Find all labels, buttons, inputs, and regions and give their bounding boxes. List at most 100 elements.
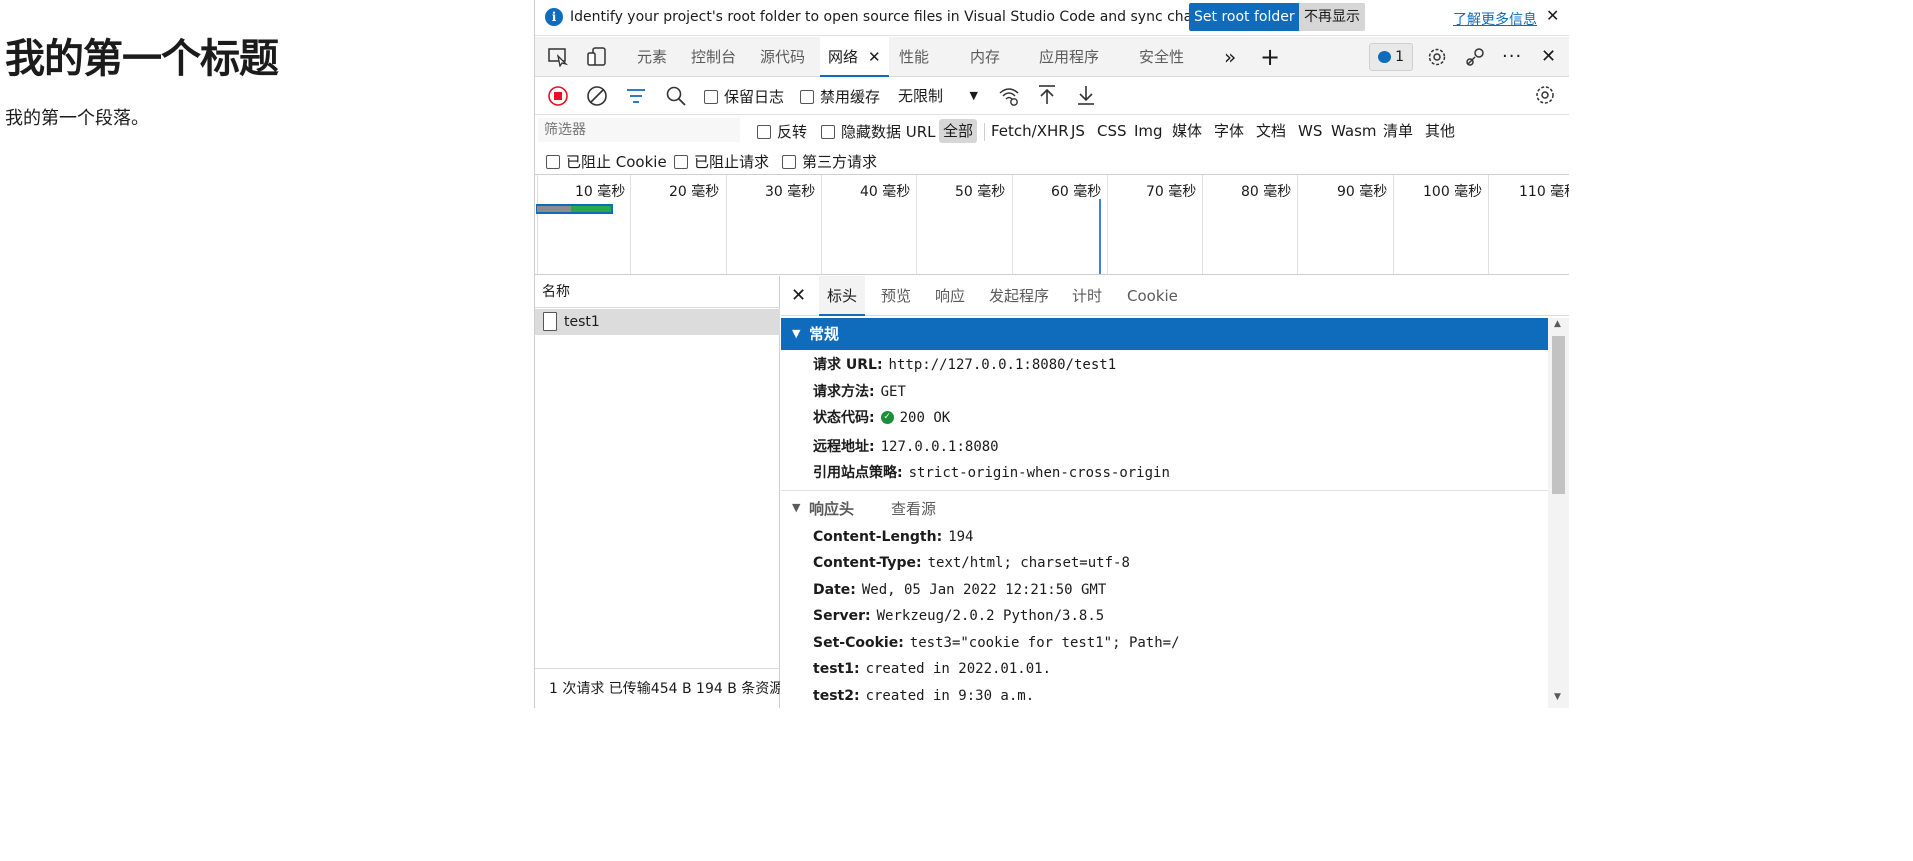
tab-security[interactable]: 安全性: [1139, 37, 1184, 77]
search-icon[interactable]: [665, 85, 687, 106]
checkbox-box: [546, 155, 560, 169]
type-filter-all[interactable]: 全部: [939, 119, 978, 143]
close-devtools-icon[interactable]: ✕: [1541, 37, 1556, 77]
close-icon[interactable]: ✕: [1546, 6, 1559, 25]
timeline-tick-label: 90 毫秒: [1337, 184, 1388, 200]
type-filter-wasm[interactable]: Wasm: [1327, 119, 1381, 143]
tab-headers[interactable]: 标头: [819, 276, 866, 316]
response-header-row: test1: created in 2022.01.01.: [813, 661, 1051, 677]
timeline-gridline: [821, 175, 822, 274]
settings-gear-icon[interactable]: [1426, 47, 1448, 67]
more-tabs-icon[interactable]: »: [1224, 37, 1236, 77]
timeline-tick-label: 50 毫秒: [955, 184, 1006, 200]
timeline-gridline: [1107, 175, 1108, 274]
throttling-select[interactable]: 无限制 ▼: [892, 83, 982, 109]
divider: [781, 490, 1548, 491]
general-section-header[interactable]: ▼ 常规: [781, 318, 1548, 350]
third-party-checkbox[interactable]: 第三方请求: [782, 151, 877, 172]
tab-application[interactable]: 应用程序: [1039, 37, 1099, 77]
filter-icon[interactable]: [625, 86, 647, 106]
tab-elements[interactable]: 元素: [637, 37, 667, 77]
timeline-tick-label: 80 毫秒: [1241, 184, 1292, 200]
timeline-overview[interactable]: 10 毫秒 20 毫秒 30 毫秒 40 毫秒 50 毫秒 60 毫秒 70 毫…: [535, 175, 1569, 275]
type-filter-doc[interactable]: 文档: [1252, 119, 1290, 143]
dont-show-again-button[interactable]: 不再显示: [1299, 3, 1365, 31]
view-source-link[interactable]: 查看源: [891, 498, 936, 519]
tab-performance[interactable]: 性能: [899, 37, 929, 77]
tab-network[interactable]: 网络 ✕: [820, 37, 889, 77]
invert-checkbox[interactable]: 反转: [757, 121, 807, 142]
timeline-tick-label: 60 毫秒: [1051, 184, 1102, 200]
timeline-load-marker: [1099, 199, 1101, 274]
request-method-key: 请求方法:: [813, 384, 875, 400]
name-column-header[interactable]: 名称: [535, 276, 780, 308]
referrer-policy-key: 引用站点策略:: [813, 465, 903, 481]
filter-input[interactable]: [538, 118, 740, 142]
request-details: ✕ 标头 预览 响应 发起程序 计时 Cookie ▼ 常规 请求 URL: ht…: [781, 276, 1569, 708]
record-icon[interactable]: [547, 85, 569, 106]
set-root-folder-button[interactable]: Set root folder: [1189, 3, 1300, 31]
preserve-log-checkbox[interactable]: 保留日志: [704, 86, 784, 107]
disable-cache-checkbox[interactable]: 禁用缓存: [800, 86, 880, 107]
response-header-row: test2: created in 9:30 a.m.: [813, 688, 1034, 704]
inspect-element-icon[interactable]: [547, 47, 569, 67]
timeline-gridline: [726, 175, 727, 274]
device-emulation-icon[interactable]: [586, 47, 608, 67]
invert-label: 反转: [777, 123, 808, 141]
remote-address-value: 127.0.0.1:8080: [880, 439, 999, 455]
timeline-gridline: [1488, 175, 1489, 274]
close-icon[interactable]: ✕: [868, 48, 881, 66]
remote-address-row: 远程地址: 127.0.0.1:8080: [813, 436, 999, 456]
scroll-down-arrow-icon[interactable]: ▼: [1554, 692, 1561, 702]
timeline-waiting-segment: [537, 206, 571, 212]
scrollbar-thumb[interactable]: [1552, 336, 1565, 494]
timeline-gridline: [916, 175, 917, 274]
blocked-cookies-checkbox[interactable]: 已阻止 Cookie: [546, 151, 667, 172]
tab-cookies[interactable]: Cookie: [1127, 276, 1178, 316]
request-url-value: http://127.0.0.1:8080/test1: [888, 357, 1117, 373]
add-tab-icon[interactable]: +: [1260, 37, 1280, 77]
tab-preview[interactable]: 预览: [881, 276, 911, 316]
type-filter-css[interactable]: CSS: [1093, 119, 1131, 143]
close-icon[interactable]: ✕: [791, 285, 806, 306]
tab-timing[interactable]: 计时: [1072, 276, 1102, 316]
tab-initiator[interactable]: 发起程序: [989, 276, 1049, 316]
clear-icon[interactable]: [586, 85, 608, 106]
network-conditions-icon[interactable]: [998, 85, 1020, 106]
learn-more-link[interactable]: 了解更多信息: [1453, 9, 1537, 29]
type-filter-other[interactable]: 其他: [1421, 119, 1459, 143]
more-options-icon[interactable]: ···: [1502, 37, 1522, 77]
request-row[interactable]: test1: [535, 309, 780, 335]
type-filter-img[interactable]: Img: [1130, 119, 1167, 143]
tab-response[interactable]: 响应: [935, 276, 965, 316]
header-key: test2:: [813, 688, 860, 704]
type-filter-media[interactable]: 媒体: [1168, 119, 1206, 143]
tab-console[interactable]: 控制台: [691, 37, 736, 77]
import-har-icon[interactable]: [1036, 84, 1058, 104]
details-scrollbar[interactable]: ▲ ▼: [1548, 318, 1569, 708]
check-circle-icon: ✓: [880, 411, 894, 424]
tab-sources[interactable]: 源代码: [760, 37, 805, 77]
type-filter-ws[interactable]: WS: [1294, 119, 1326, 143]
header-key: Content-Length:: [813, 529, 943, 545]
connect-icon[interactable]: [1465, 47, 1487, 67]
throttling-value: 无限制: [898, 87, 944, 105]
network-settings-gear-icon[interactable]: [1534, 84, 1556, 104]
scroll-up-arrow-icon[interactable]: ▲: [1554, 319, 1561, 329]
header-value: Wed, 05 Jan 2022 12:21:50 GMT: [861, 582, 1107, 598]
header-key: Content-Type:: [813, 555, 922, 571]
header-key: test1:: [813, 661, 860, 677]
issues-badge[interactable]: 1: [1369, 43, 1413, 71]
request-method-value: GET: [880, 384, 906, 400]
hide-data-urls-checkbox[interactable]: 隐藏数据 URL: [821, 121, 936, 142]
response-headers-title: 响应头: [809, 500, 855, 518]
response-headers-section-header[interactable]: ▼ 响应头: [792, 498, 855, 519]
type-filter-font[interactable]: 字体: [1210, 119, 1248, 143]
type-filter-js[interactable]: JS: [1067, 119, 1089, 143]
type-filter-fetch-xhr[interactable]: Fetch/XHR: [987, 119, 1073, 143]
type-filter-manifest[interactable]: 清单: [1379, 119, 1417, 143]
blocked-requests-checkbox[interactable]: 已阻止请求: [674, 151, 769, 172]
export-har-icon[interactable]: [1075, 84, 1097, 105]
tab-memory[interactable]: 内存: [970, 37, 1000, 77]
timeline-gridline: [537, 175, 538, 274]
